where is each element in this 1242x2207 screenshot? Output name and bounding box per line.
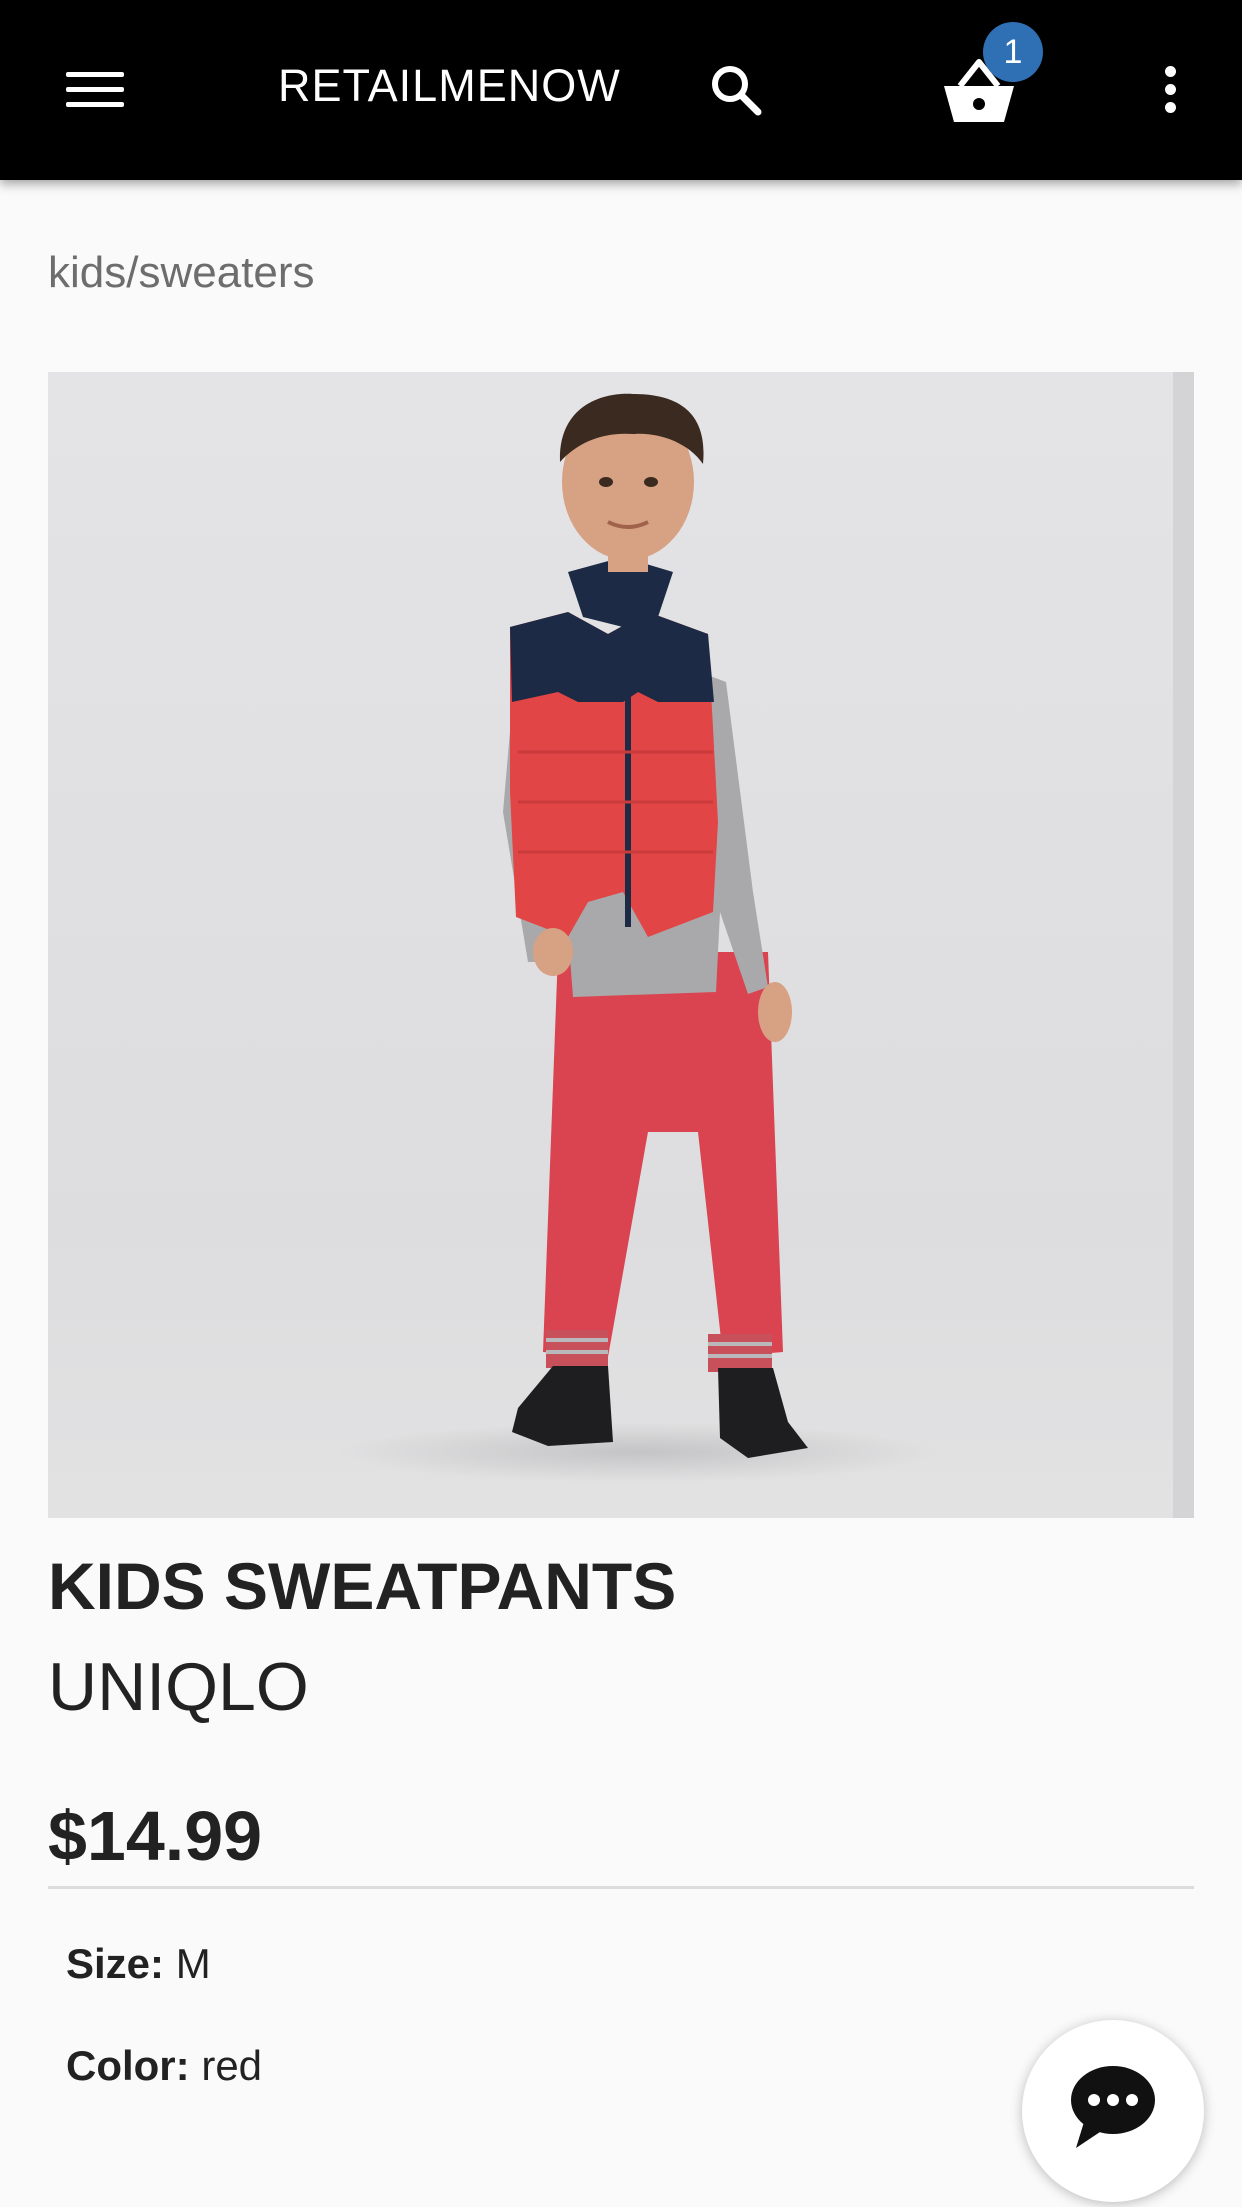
search-icon[interactable] xyxy=(708,62,764,118)
divider xyxy=(48,1886,1194,1889)
breadcrumb[interactable]: kids/sweaters xyxy=(48,248,315,298)
size-label: Size: xyxy=(66,1940,165,1987)
product-brand[interactable]: UNIQLO xyxy=(48,1648,309,1726)
chat-bubble-icon xyxy=(1071,2066,1155,2148)
app-bar: RETAILMENOW 1 xyxy=(0,0,1242,180)
size-value: M xyxy=(175,1940,211,1987)
app-title[interactable]: RETAILMENOW xyxy=(278,60,621,112)
menu-icon[interactable] xyxy=(66,70,124,110)
color-label: Color: xyxy=(66,2042,190,2089)
color-attribute: Color: red xyxy=(66,2042,262,2090)
product-image xyxy=(48,372,1194,1518)
product-title: KIDS SWEATPANTS xyxy=(48,1549,677,1623)
color-value: red xyxy=(201,2042,263,2089)
cart-count-badge: 1 xyxy=(983,22,1043,82)
product-price: $14.99 xyxy=(48,1797,263,1875)
chat-button[interactable] xyxy=(1022,2020,1204,2202)
more-vert-icon[interactable] xyxy=(1160,62,1180,118)
size-attribute: Size: M xyxy=(66,1940,211,1988)
